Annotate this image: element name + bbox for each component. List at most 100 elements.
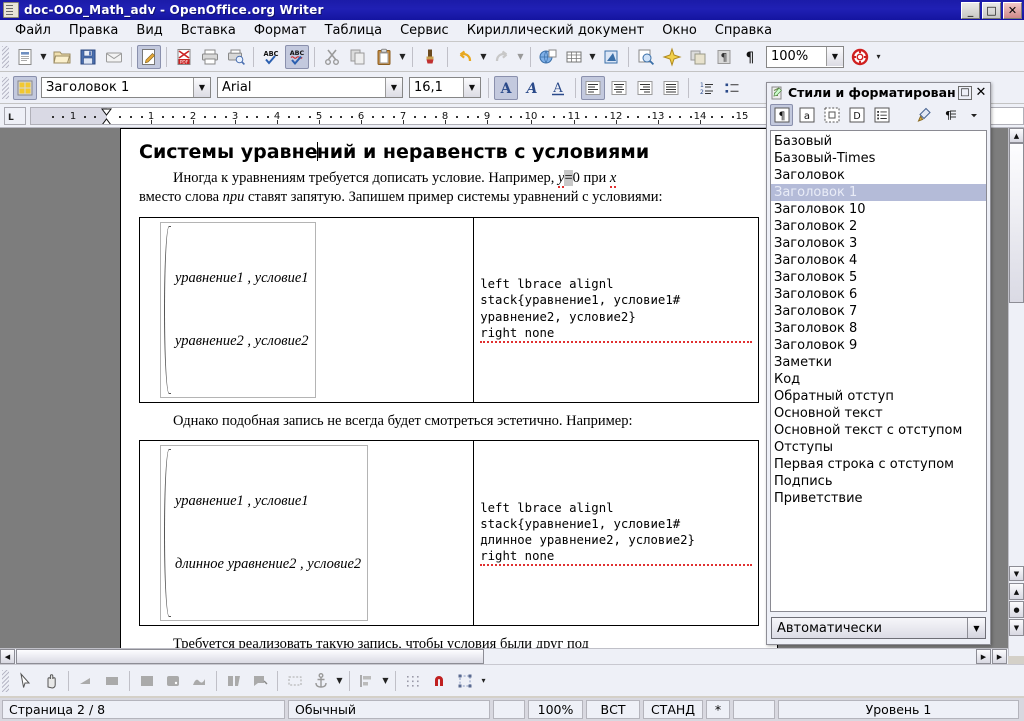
scroll-up-button[interactable]: ▲ [1009,128,1024,143]
vertical-scroll-thumb[interactable] [1009,143,1024,303]
list-item[interactable]: Обратный отступ [771,388,986,405]
align-objects-icon[interactable] [355,669,379,693]
new-document-dropdown-icon[interactable]: ▼ [38,46,49,68]
pan-icon[interactable] [39,669,63,693]
status-outline-level[interactable]: Уровень 1 [778,700,1019,719]
font-name-combo[interactable]: Arial ▼ [217,77,403,98]
hyperlink-icon[interactable] [536,45,560,69]
document-page[interactable]: Системы уравнений и неравенств с условия… [120,128,778,656]
unordered-list-icon[interactable] [720,76,744,100]
list-item[interactable]: Заметки [771,354,986,371]
document-paragraph-2[interactable]: Однако подобная запись не всегда будет с… [139,412,759,431]
menu-edit[interactable]: Правка [60,21,127,40]
align-left-icon[interactable] [581,76,605,100]
nonprinting-chars-paragraph-icon[interactable]: ¶ [712,45,736,69]
status-zoom[interactable]: 100% [528,700,583,719]
code-cell[interactable]: left lbrace alignl stack{уравнение1, усл… [474,440,759,625]
tab-left-icon[interactable]: L [4,107,26,125]
print-icon[interactable] [198,45,222,69]
redo-icon[interactable] [490,45,514,69]
new-style-dropdown-icon[interactable] [962,104,985,126]
toolbar-grip[interactable] [2,77,9,99]
next-page-button[interactable]: ▼ [1009,619,1024,636]
gallery-icon[interactable] [660,45,684,69]
open-document-icon[interactable] [50,45,74,69]
formula-cell[interactable]: уравнение1 , условие1 длинное уравнение2… [140,440,474,625]
panel-restore-button[interactable]: □ [958,86,972,100]
scroll-down-button[interactable]: ▼ [1009,566,1024,581]
select-icon[interactable] [13,669,37,693]
font-size-combo[interactable]: 16,1 ▼ [409,77,481,98]
list-item[interactable]: Приветствие [771,490,986,507]
list-item[interactable]: Базовый [771,133,986,150]
underline-icon[interactable]: A [546,76,570,100]
edit-file-icon[interactable] [137,45,161,69]
apply-style-icon[interactable] [13,76,37,100]
list-item[interactable]: Заголовок 3 [771,235,986,252]
new-style-from-selection-icon[interactable]: ¶ [937,104,960,126]
style-filter-combo[interactable]: Автоматически ▼ [771,617,986,639]
anchor-dropdown-icon[interactable]: ▼ [334,670,345,692]
code-cell[interactable]: left lbrace alignl stack{уравнение1, усл… [474,217,759,402]
ellipse-icon[interactable] [135,669,159,693]
list-item-selected[interactable]: Заголовок 1 [771,184,986,201]
drawing-toolbar-overflow-icon[interactable]: ▾ [478,670,489,692]
list-item[interactable]: Код [771,371,986,388]
menu-insert[interactable]: Вставка [172,21,245,40]
line-icon[interactable] [74,669,98,693]
list-item[interactable]: Основной текст с отступом [771,422,986,439]
math-table-1[interactable]: уравнение1 , условие1 уравнение2 , услов… [139,217,759,403]
show-draw-functions-icon[interactable] [599,45,623,69]
list-item[interactable]: Базовый-Times [771,150,986,167]
list-item[interactable]: Заголовок 9 [771,337,986,354]
insert-table-dropdown-icon[interactable]: ▼ [587,46,598,68]
menu-help[interactable]: Справка [706,21,781,40]
scroll-left-button[interactable]: ◀ [0,649,15,664]
list-item[interactable]: Основной текст [771,405,986,422]
status-page-style[interactable]: Обычный [288,700,490,719]
style-filter-dropdown-arrow[interactable]: ▼ [967,618,985,638]
list-item[interactable]: Заголовок 4 [771,252,986,269]
toolbar-grip[interactable] [2,670,9,692]
undo-icon[interactable] [453,45,477,69]
help-icon[interactable] [848,45,872,69]
autospellcheck-icon[interactable]: ABC [285,45,309,69]
copy-icon[interactable] [346,45,370,69]
horizontal-scroll-thumb[interactable] [16,649,484,664]
formatting-marks-icon[interactable]: ¶ [738,45,762,69]
document-paragraph-1[interactable]: Иногда к уравнениям требуется дописать у… [139,169,759,208]
magnet-snap-icon[interactable] [427,669,451,693]
export-pdf-icon[interactable]: PDF [172,45,196,69]
align-right-icon[interactable] [633,76,657,100]
font-name-dropdown-arrow[interactable]: ▼ [385,78,402,97]
styles-and-formatting-panel[interactable]: Стили и форматировани □ ✕ ¶ a [766,82,991,645]
italic-icon[interactable]: A [520,76,544,100]
status-page[interactable]: Страница 2 / 8 [2,700,285,719]
menu-view[interactable]: Вид [127,21,171,40]
minimize-button[interactable]: _ [961,2,980,19]
save-document-icon[interactable] [76,45,100,69]
vertical-scrollbar[interactable]: ▲ ▼ ▲ ● ▼ [1008,128,1024,656]
zoom-combo[interactable]: 100% ▼ [766,46,844,68]
table-row[interactable]: уравнение1 , условие1 уравнение2 , услов… [140,217,759,402]
align-justified-icon[interactable] [659,76,683,100]
find-replace-icon[interactable] [634,45,658,69]
new-document-icon[interactable] [13,45,37,69]
email-document-icon[interactable] [102,45,126,69]
list-item[interactable]: Первая строка с отступом [771,456,986,473]
menu-file[interactable]: Файл [6,21,60,40]
maximize-button[interactable]: □ [982,2,1001,19]
list-item[interactable]: Подпись [771,473,986,490]
menu-tools[interactable]: Сервис [391,21,458,40]
align-dropdown-icon[interactable]: ▼ [380,670,391,692]
status-modified-indicator[interactable]: * [706,700,730,719]
grid-icon[interactable] [401,669,425,693]
object-handles-icon[interactable] [453,669,477,693]
bold-icon[interactable]: A [494,76,518,100]
panel-close-button[interactable]: ✕ [974,86,988,100]
anchor-icon[interactable] [309,669,333,693]
print-preview-icon[interactable] [224,45,248,69]
status-digital-signature[interactable] [733,700,775,719]
scroll-right-button-2[interactable]: ▶ [992,649,1007,664]
text-box-icon[interactable] [283,669,307,693]
